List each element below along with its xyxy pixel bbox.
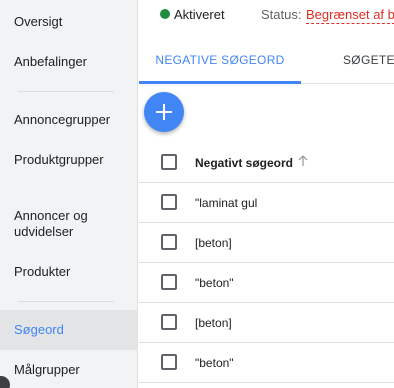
- sidebar-item-maalgrupper[interactable]: Målgrupper: [0, 362, 138, 378]
- sidebar-nav: Oversigt Anbefalinger Annoncegrupper Pro…: [0, 0, 138, 388]
- status-value-link[interactable]: Begrænset af b: [306, 7, 394, 24]
- negative-keywords-table: Negativt søgeord "laminat gul [beton] "b…: [139, 143, 394, 383]
- row-checkbox[interactable]: [161, 274, 177, 290]
- main-content: Aktiveret Status: Begrænset af b NEGATIV…: [139, 0, 394, 388]
- status-dot-icon: [160, 9, 170, 19]
- table-row: [beton]: [139, 223, 394, 263]
- app-root: Oversigt Anbefalinger Annoncegrupper Pro…: [0, 0, 394, 388]
- plus-icon: [156, 104, 172, 120]
- row-checkbox[interactable]: [161, 234, 177, 250]
- keyword-cell: "beton": [195, 356, 234, 370]
- campaign-state: Aktiveret: [174, 7, 225, 22]
- sidebar-item-oversigt[interactable]: Oversigt: [0, 14, 138, 30]
- sidebar-item-annoncer-og-udvidelser[interactable]: Annoncer og udvidelser: [0, 208, 138, 240]
- sidebar-divider: [18, 91, 114, 92]
- add-negative-keyword-button[interactable]: [144, 92, 184, 132]
- row-checkbox[interactable]: [161, 354, 177, 370]
- sidebar-divider: [18, 301, 114, 302]
- keyword-cell: "beton": [195, 276, 234, 290]
- sidebar-item-anbefalinger[interactable]: Anbefalinger: [0, 54, 138, 70]
- status-label: Status:: [261, 7, 302, 22]
- keyword-cell: [beton]: [195, 236, 232, 250]
- tab-search-terms[interactable]: SØGETER: [343, 38, 394, 83]
- column-header-negative-keyword[interactable]: Negativt søgeord: [195, 156, 293, 170]
- table-row: "laminat gul: [139, 183, 394, 223]
- arrow-up-icon[interactable]: [297, 155, 309, 167]
- sidebar-item-produktgrupper[interactable]: Produktgrupper: [0, 152, 138, 168]
- tab-negative-keywords[interactable]: NEGATIVE SØGEORD: [139, 38, 301, 84]
- keyword-tabs: NEGATIVE SØGEORD SØGETER: [139, 38, 394, 84]
- table-header-row: Negativt søgeord: [139, 143, 394, 183]
- keyword-cell: [beton]: [195, 316, 232, 330]
- sidebar-item-produkter[interactable]: Produkter: [0, 264, 138, 280]
- table-row: "beton": [139, 263, 394, 303]
- table-row: "beton": [139, 343, 394, 383]
- row-checkbox[interactable]: [161, 194, 177, 210]
- campaign-status-bar: Aktiveret Status: Begrænset af b: [139, 0, 394, 30]
- select-all-checkbox[interactable]: [161, 154, 177, 170]
- sidebar-item-soegeord[interactable]: Søgeord: [0, 310, 138, 350]
- row-checkbox[interactable]: [161, 314, 177, 330]
- table-row: [beton]: [139, 303, 394, 343]
- keyword-cell: "laminat gul: [195, 196, 258, 210]
- sidebar-item-annoncegrupper[interactable]: Annoncegrupper: [0, 112, 138, 128]
